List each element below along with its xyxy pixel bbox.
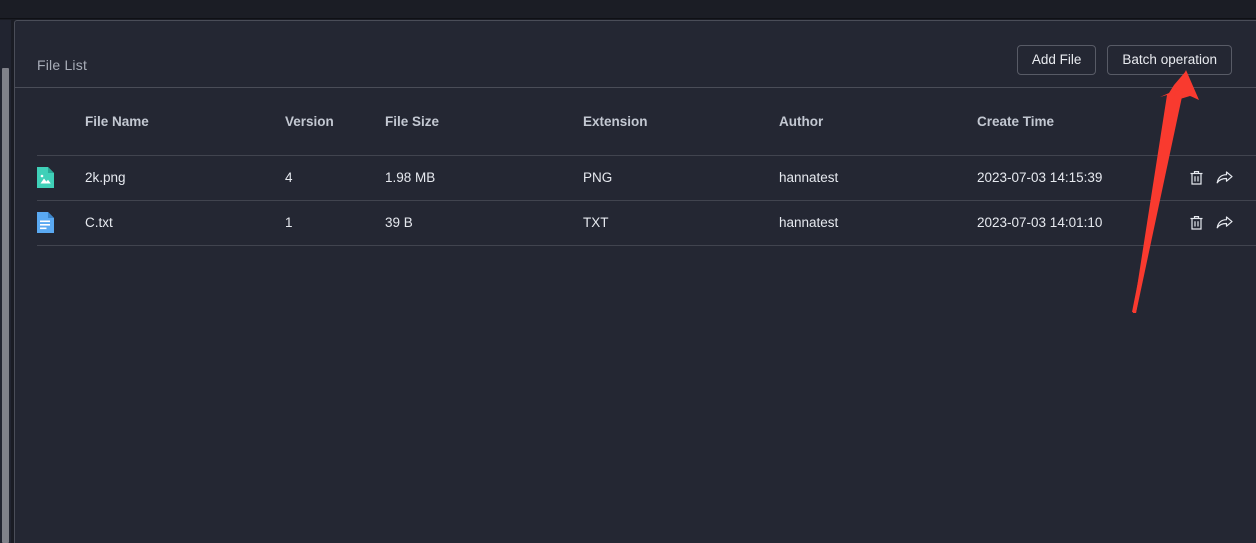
- table-header-row: File Name Version File Size Extension Au…: [37, 88, 1256, 156]
- file-table: File Name Version File Size Extension Au…: [37, 88, 1256, 246]
- top-strip: [0, 0, 1256, 19]
- cell-file-name: 2k.png: [85, 155, 285, 201]
- row-actions: [1183, 168, 1256, 187]
- page-scrollbar[interactable]: [0, 20, 11, 543]
- table-row[interactable]: 2k.png 4 1.98 MB PNG hannatest 2023-07-0…: [37, 155, 1256, 201]
- delete-icon[interactable]: [1187, 168, 1206, 187]
- file-list-page: File List Add File Batch operation File …: [0, 0, 1256, 543]
- file-table-wrapper: File Name Version File Size Extension Au…: [15, 88, 1256, 246]
- page-scrollbar-thumb[interactable]: [2, 68, 9, 543]
- batch-operation-button[interactable]: Batch operation: [1107, 45, 1232, 75]
- file-list-card: File List Add File Batch operation File …: [14, 20, 1256, 543]
- cell-author: hannatest: [779, 155, 977, 201]
- column-header-author: Author: [779, 88, 977, 156]
- cell-actions: [1183, 155, 1256, 201]
- table-row[interactable]: C.txt 1 39 B TXT hannatest 2023-07-03 14…: [37, 200, 1256, 246]
- add-file-button[interactable]: Add File: [1016, 45, 1097, 75]
- cell-version: 1: [285, 200, 385, 246]
- column-header-actions: [1183, 88, 1256, 156]
- cell-file-size: 1.98 MB: [385, 155, 583, 201]
- cell-version: 4: [285, 155, 385, 201]
- cell-create-time: 2023-07-03 14:01:10: [977, 200, 1183, 246]
- cell-actions: [1183, 200, 1256, 246]
- header-actions: Add File Batch operation: [1016, 45, 1232, 75]
- column-header-version: Version: [285, 88, 385, 156]
- text-file-icon: [37, 212, 85, 233]
- page-title: File List: [37, 57, 88, 73]
- column-header-create-time: Create Time: [977, 88, 1183, 156]
- row-actions: [1183, 213, 1256, 232]
- cell-create-time: 2023-07-03 14:15:39: [977, 155, 1183, 201]
- file-type-icon-cell: [37, 200, 85, 246]
- cell-author: hannatest: [779, 200, 977, 246]
- cell-extension: PNG: [583, 155, 779, 201]
- column-header-file-name: File Name: [85, 88, 285, 156]
- image-file-icon: [37, 167, 85, 188]
- column-header-extension: Extension: [583, 88, 779, 156]
- cell-extension: TXT: [583, 200, 779, 246]
- file-type-icon-cell: [37, 155, 85, 201]
- cell-file-size: 39 B: [385, 200, 583, 246]
- file-table-head: File Name Version File Size Extension Au…: [37, 88, 1256, 156]
- column-header-file-size: File Size: [385, 88, 583, 156]
- share-icon[interactable]: [1215, 213, 1234, 232]
- column-header-icon: [37, 88, 85, 156]
- share-icon[interactable]: [1215, 168, 1234, 187]
- file-table-body: 2k.png 4 1.98 MB PNG hannatest 2023-07-0…: [37, 155, 1256, 246]
- delete-icon[interactable]: [1187, 213, 1206, 232]
- cell-file-name: C.txt: [85, 200, 285, 246]
- card-header: File List Add File Batch operation: [15, 21, 1256, 88]
